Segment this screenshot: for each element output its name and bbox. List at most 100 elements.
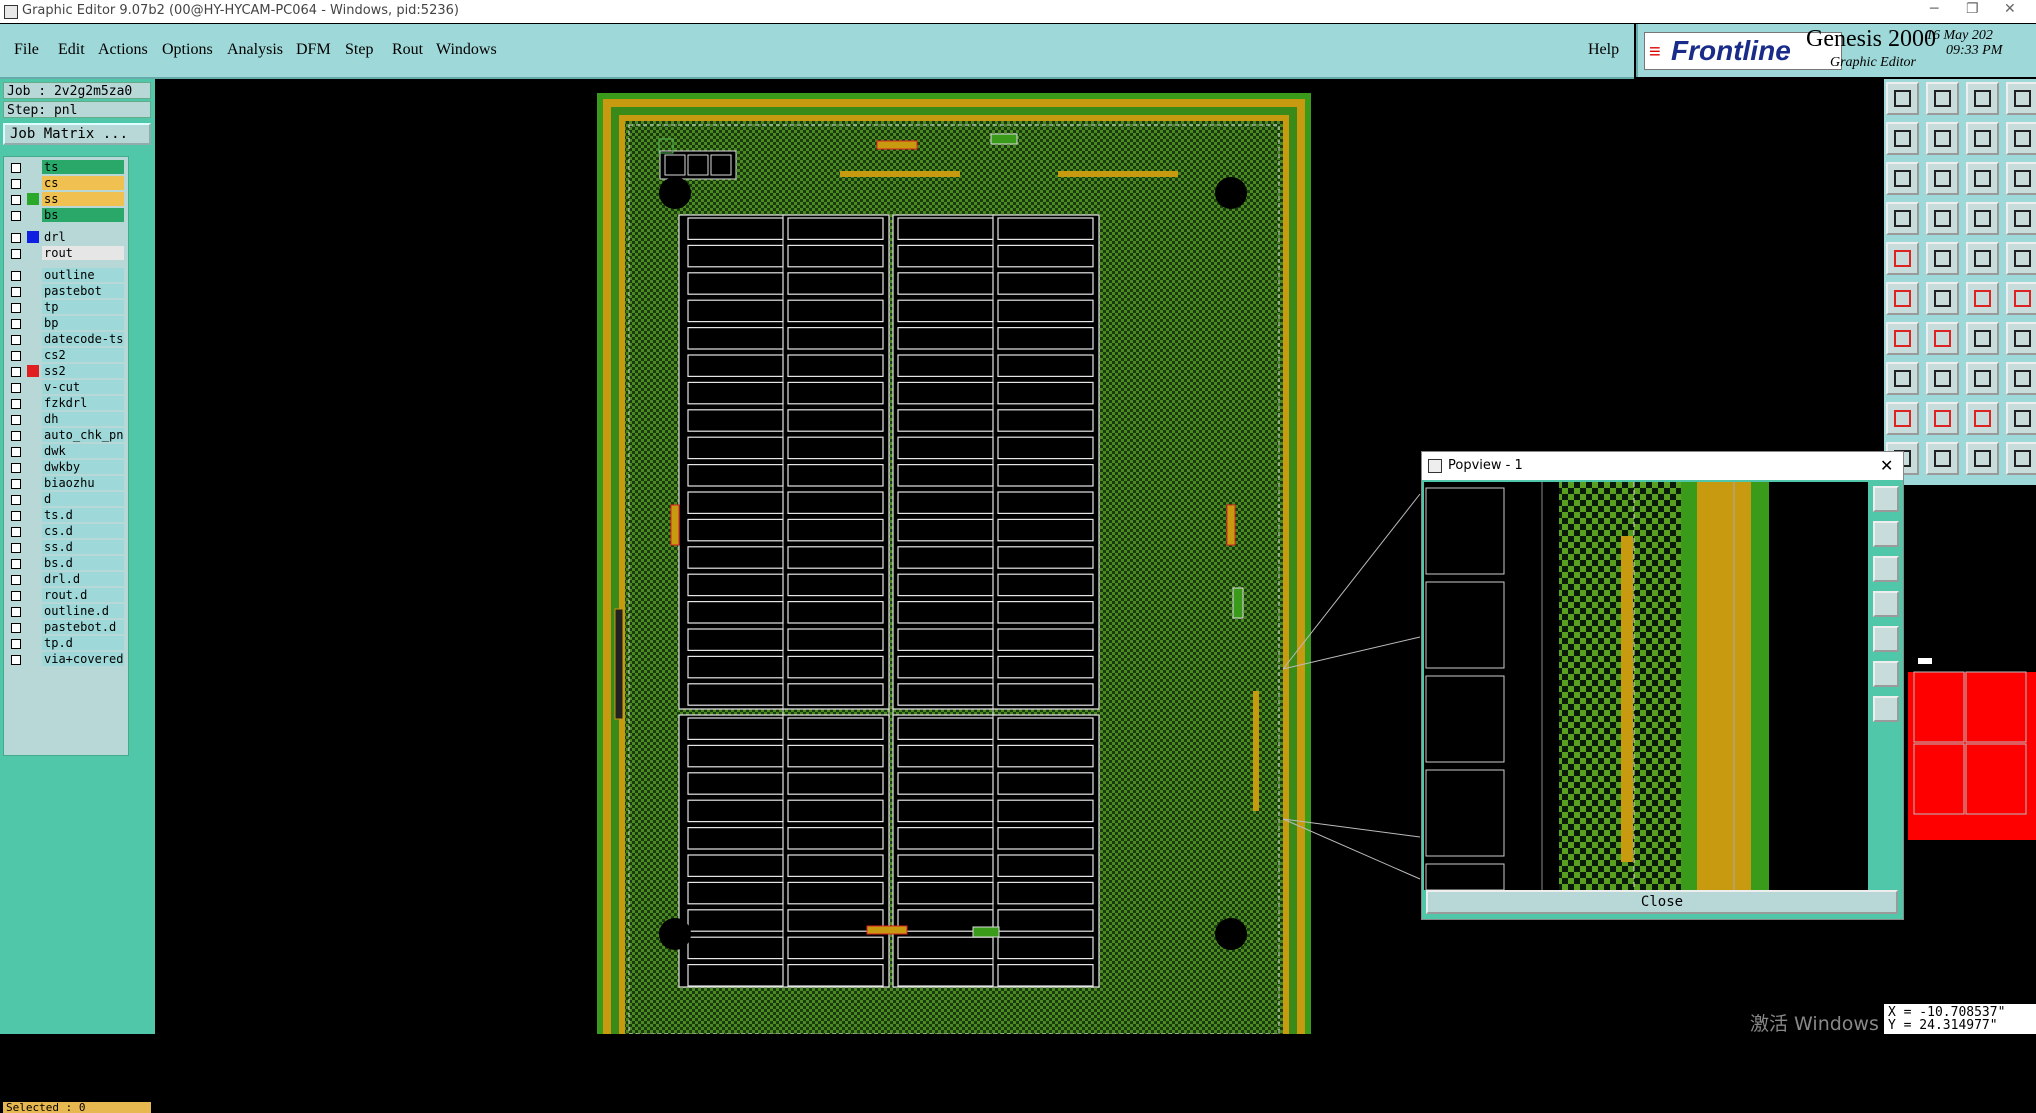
- layer-checkbox[interactable]: [11, 447, 21, 457]
- home-icon[interactable]: [1966, 82, 1999, 115]
- caution-icon[interactable]: [1966, 402, 1999, 435]
- layer-color-swatch[interactable]: [27, 637, 39, 649]
- flag-icon[interactable]: [2006, 402, 2036, 435]
- layer-checkbox[interactable]: [11, 655, 21, 665]
- layer-checkbox[interactable]: [11, 527, 21, 537]
- layer-checkbox[interactable]: [11, 249, 21, 259]
- layer-row-pastebot[interactable]: pastebot: [6, 284, 126, 299]
- layer-row-ss2[interactable]: ss2: [6, 364, 126, 379]
- move-icon[interactable]: [1966, 282, 1999, 315]
- layer-checkbox[interactable]: [11, 179, 21, 189]
- layer-color-swatch[interactable]: [27, 193, 39, 205]
- arrow-icon[interactable]: [1966, 442, 1999, 475]
- slope-icon[interactable]: [1886, 322, 1919, 355]
- layer-color-swatch[interactable]: [27, 653, 39, 665]
- layer-checkbox[interactable]: [11, 431, 21, 441]
- layer-name[interactable]: outline.d: [42, 604, 124, 618]
- center-icon[interactable]: [1926, 162, 1959, 195]
- minimize-icon[interactable]: ─: [1930, 1, 1938, 17]
- layer-row-ss.d[interactable]: ss.d: [6, 540, 126, 555]
- layer-name[interactable]: bs: [42, 208, 124, 222]
- layer-name[interactable]: via+covered: [42, 652, 124, 666]
- layer-row-cs2[interactable]: cs2: [6, 348, 126, 363]
- layer-name[interactable]: ts.d: [42, 508, 124, 522]
- layer-color-swatch[interactable]: [27, 161, 39, 173]
- layer-name[interactable]: tp: [42, 300, 124, 314]
- layer-name[interactable]: datecode-ts: [42, 332, 124, 346]
- popview-zoom-canvas[interactable]: [1424, 482, 1868, 890]
- job-matrix-button[interactable]: Job Matrix ...: [3, 123, 151, 145]
- layer-name[interactable]: pastebot: [42, 284, 124, 298]
- pad-icon[interactable]: [1886, 242, 1919, 275]
- node-icon[interactable]: [1886, 282, 1919, 315]
- layer-checkbox[interactable]: [11, 511, 21, 521]
- layer-checkbox[interactable]: [11, 623, 21, 633]
- layer-color-swatch[interactable]: [27, 365, 39, 377]
- layer-color-swatch[interactable]: [27, 209, 39, 221]
- layer-row-d[interactable]: d: [6, 492, 126, 507]
- popview-fit-icon[interactable]: [1873, 661, 1899, 687]
- layer-checkbox[interactable]: [11, 591, 21, 601]
- layer-color-swatch[interactable]: [27, 493, 39, 505]
- layer-row-auto_chk_pn[interactable]: auto_chk_pn: [6, 428, 126, 443]
- layer-color-swatch[interactable]: [27, 269, 39, 281]
- layer-name[interactable]: v-cut: [42, 380, 124, 394]
- layer-checkbox[interactable]: [11, 639, 21, 649]
- layer-row-fzkdrl[interactable]: fzkdrl: [6, 396, 126, 411]
- layer-row-pastebot.d[interactable]: pastebot.d: [6, 620, 126, 635]
- layer-row-dwkby[interactable]: dwkby: [6, 460, 126, 475]
- layer-checkbox[interactable]: [11, 479, 21, 489]
- layer-checkbox[interactable]: [11, 367, 21, 377]
- layer-row-ts.d[interactable]: ts.d: [6, 508, 126, 523]
- layer-color-swatch[interactable]: [27, 231, 39, 243]
- layer-checkbox[interactable]: [11, 211, 21, 221]
- layer-checkbox[interactable]: [11, 607, 21, 617]
- zoom-out-icon[interactable]: [1926, 122, 1959, 155]
- layer-name[interactable]: bp: [42, 316, 124, 330]
- layer-color-swatch[interactable]: [27, 461, 39, 473]
- snap-icon[interactable]: [1966, 202, 1999, 235]
- layer-row-dh[interactable]: dh: [6, 412, 126, 427]
- menu-step[interactable]: Step: [345, 41, 373, 59]
- popview-zoom-in-icon[interactable]: [1873, 591, 1899, 617]
- line-icon[interactable]: [1926, 242, 1959, 275]
- layer-row-bs.d[interactable]: bs.d: [6, 556, 126, 571]
- layer-row-drl[interactable]: drl: [6, 230, 126, 245]
- diagonal-icon[interactable]: [1926, 322, 1959, 355]
- layer-row-outline[interactable]: outline: [6, 268, 126, 283]
- layer-row-ss[interactable]: ss: [6, 192, 126, 207]
- menu-windows[interactable]: Windows: [436, 41, 497, 59]
- layer-checkbox[interactable]: [11, 303, 21, 313]
- grid-icon[interactable]: [1926, 202, 1959, 235]
- cross-icon[interactable]: [1926, 282, 1959, 315]
- layer-color-swatch[interactable]: [27, 413, 39, 425]
- scale-icon[interactable]: [1966, 162, 1999, 195]
- layer-row-ts[interactable]: ts: [6, 160, 126, 175]
- layer-name[interactable]: drl.d: [42, 572, 124, 586]
- layer-name[interactable]: ts: [42, 160, 124, 174]
- window-icon[interactable]: [2006, 82, 2036, 115]
- copy-icon[interactable]: [2006, 362, 2036, 395]
- layer-color-swatch[interactable]: [27, 589, 39, 601]
- layer-color-swatch[interactable]: [27, 317, 39, 329]
- layer-color-swatch[interactable]: [27, 477, 39, 489]
- layer-checkbox[interactable]: [11, 287, 21, 297]
- layer-name[interactable]: ss.d: [42, 540, 124, 554]
- layer-checkbox[interactable]: [11, 559, 21, 569]
- layer-color-swatch[interactable]: [27, 525, 39, 537]
- popview-close-button[interactable]: Close: [1426, 890, 1898, 914]
- menu-options[interactable]: Options: [162, 41, 213, 59]
- measure-icon[interactable]: [1886, 202, 1919, 235]
- layer-checkbox[interactable]: [11, 335, 21, 345]
- layer-row-biaozhu[interactable]: biaozhu: [6, 476, 126, 491]
- layer-name[interactable]: dwk: [42, 444, 124, 458]
- layer-row-cs.d[interactable]: cs.d: [6, 524, 126, 539]
- zoom-in-icon[interactable]: [1886, 122, 1919, 155]
- layer-name[interactable]: tp.d: [42, 636, 124, 650]
- menu-file[interactable]: File: [14, 41, 39, 59]
- menu-edit[interactable]: Edit: [58, 41, 85, 59]
- layer-color-swatch[interactable]: [27, 177, 39, 189]
- layer-color-swatch[interactable]: [27, 605, 39, 617]
- layer-name[interactable]: ss2: [42, 364, 124, 378]
- layer-color-swatch[interactable]: [27, 509, 39, 521]
